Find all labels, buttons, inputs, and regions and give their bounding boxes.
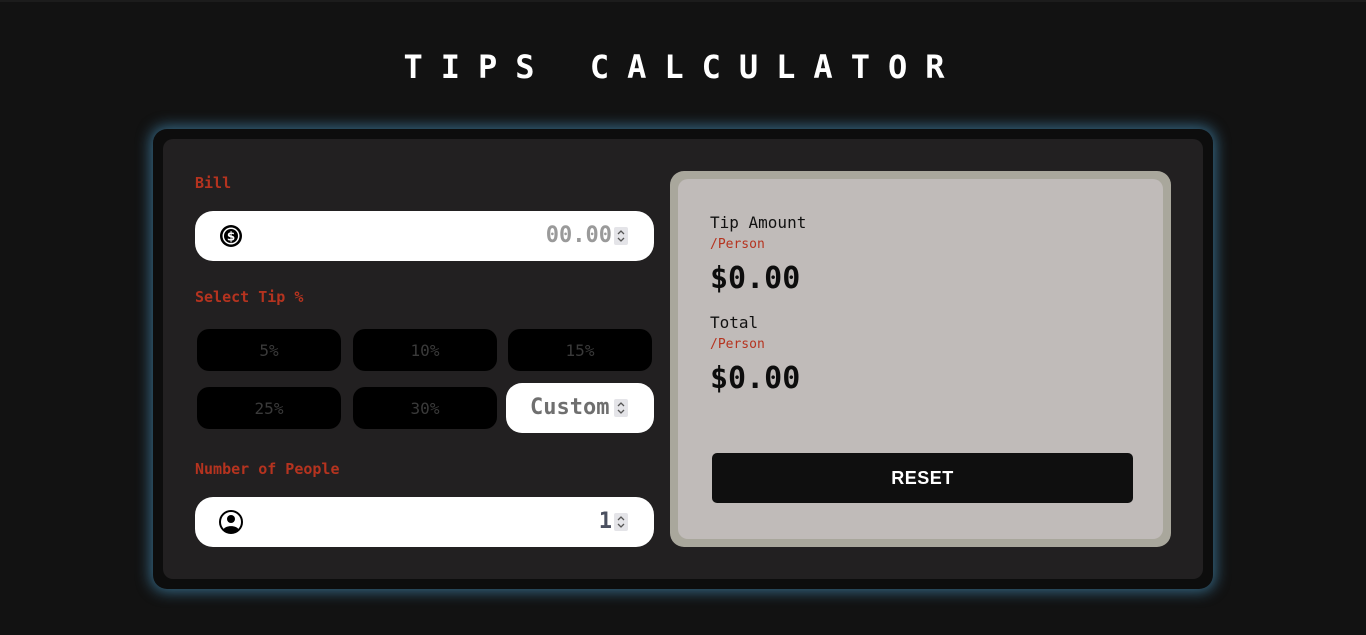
tip-10-button[interactable]: 10% — [353, 329, 497, 371]
svg-text:$: $ — [227, 230, 235, 244]
results-panel: Tip Amount /Person $0.00 Total /Person $… — [670, 171, 1171, 547]
bill-label: Bill — [195, 174, 232, 192]
total-sub: /Person — [710, 337, 765, 352]
tip-15-button[interactable]: 15% — [508, 329, 652, 371]
total-value: $0.00 — [710, 361, 801, 396]
people-input[interactable]: 1 — [599, 509, 612, 534]
tip-amount-value: $0.00 — [710, 261, 801, 296]
people-label: Number of People — [195, 460, 340, 478]
tip-amount-label: Tip Amount — [710, 213, 807, 232]
bill-input[interactable]: 00.00 — [546, 223, 612, 248]
calculator-card: Bill $ 00.00 Select Tip % 5% 10% 15% 25%… — [153, 129, 1213, 589]
total-label: Total — [710, 313, 759, 332]
tip-label: Select Tip % — [195, 288, 304, 306]
tip-5-button[interactable]: 5% — [197, 329, 341, 371]
tip-30-button[interactable]: 30% — [353, 387, 497, 429]
custom-tip-input[interactable]: Custom — [530, 395, 614, 420]
people-spinner[interactable] — [614, 513, 628, 531]
tip-amount-sub: /Person — [710, 237, 765, 252]
reset-button[interactable]: RESET — [712, 453, 1133, 503]
page-title: TIPS CALCULATOR — [403, 48, 963, 86]
results-inner: Tip Amount /Person $0.00 Total /Person $… — [678, 179, 1163, 539]
bill-field[interactable]: $ 00.00 — [195, 211, 654, 261]
bill-spinner[interactable] — [614, 227, 628, 245]
person-circle-icon — [219, 510, 243, 534]
calculator-panel: Bill $ 00.00 Select Tip % 5% 10% 15% 25%… — [163, 139, 1203, 579]
people-field[interactable]: 1 — [195, 497, 654, 547]
custom-tip-field[interactable]: Custom — [506, 383, 654, 433]
custom-tip-spinner[interactable] — [614, 399, 628, 417]
dollar-circle-icon: $ — [219, 224, 243, 248]
tip-25-button[interactable]: 25% — [197, 387, 341, 429]
top-divider — [0, 0, 1366, 2]
